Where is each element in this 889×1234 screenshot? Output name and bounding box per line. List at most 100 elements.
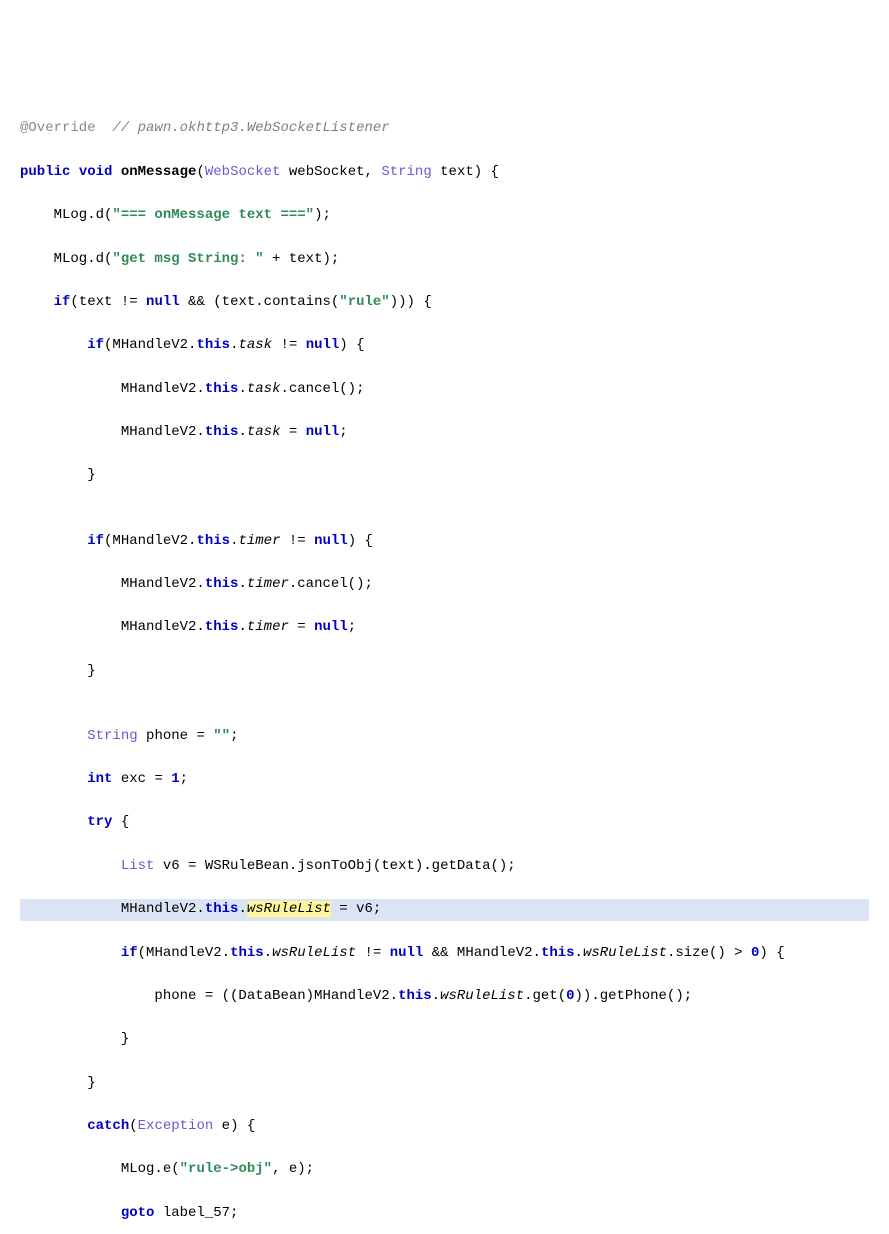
type: String: [381, 164, 431, 180]
text: ) {: [348, 533, 373, 549]
keyword: this: [205, 381, 239, 397]
text: MHandleV2.: [20, 381, 205, 397]
text: (MHandleV2.: [138, 945, 230, 961]
text: .: [264, 945, 272, 961]
text: !=: [272, 337, 306, 353]
text: (MHandleV2.: [104, 533, 196, 549]
text: =: [280, 424, 305, 440]
keyword: this: [205, 424, 239, 440]
code-line: }: [20, 1073, 869, 1095]
text: label_57;: [154, 1205, 238, 1221]
text: phone =: [138, 728, 214, 744]
keyword: this: [205, 576, 239, 592]
field: task: [247, 381, 281, 397]
text: MHandleV2.: [20, 576, 205, 592]
keyword: if: [87, 533, 104, 549]
keyword: null: [306, 424, 340, 440]
text: = v6;: [331, 901, 381, 917]
text: .cancel();: [280, 381, 364, 397]
code-line: int exc = 1;: [20, 769, 869, 791]
type: Exception: [138, 1118, 214, 1134]
text: ))) {: [390, 294, 432, 310]
text: , e);: [272, 1161, 314, 1177]
text: .: [238, 619, 246, 635]
code-line: MHandleV2.this.timer = null;: [20, 617, 869, 639]
keyword: this: [398, 988, 432, 1004]
code-line: }: [20, 1029, 869, 1051]
keyword: this: [205, 901, 239, 917]
keyword: int: [87, 771, 112, 787]
text: ) {: [759, 945, 784, 961]
comment: // pawn.okhttp3.WebSocketListener: [96, 120, 390, 136]
field: timer: [247, 619, 289, 635]
text: text) {: [432, 164, 499, 180]
text: (: [129, 1118, 137, 1134]
code-line: MLog.d("get msg String: " + text);: [20, 249, 869, 271]
code-line: List v6 = WSRuleBean.jsonToObj(text).get…: [20, 856, 869, 878]
keyword: if: [121, 945, 138, 961]
keyword: this: [205, 619, 239, 635]
code-line: if(MHandleV2.this.wsRuleList != null && …: [20, 943, 869, 965]
text: && (text.contains(: [180, 294, 340, 310]
number: 0: [751, 945, 759, 961]
code-line: if(MHandleV2.this.task != null) {: [20, 335, 869, 357]
code-line: MLog.e("rule->obj", e);: [20, 1159, 869, 1181]
text: MLog.e(: [20, 1161, 180, 1177]
text: (text !=: [70, 294, 146, 310]
string: "get msg String: ": [112, 251, 263, 267]
keyword: null: [314, 533, 348, 549]
code-block: @Override // pawn.okhttp3.WebSocketListe…: [20, 97, 869, 1234]
keyword: this: [230, 945, 264, 961]
code-line: @Override // pawn.okhttp3.WebSocketListe…: [20, 118, 869, 140]
keyword: null: [390, 945, 424, 961]
code-line: catch(Exception e) {: [20, 1116, 869, 1138]
field: task: [238, 337, 272, 353]
method-name: onMessage: [121, 164, 197, 180]
text: ;: [339, 424, 347, 440]
keyword: public: [20, 164, 70, 180]
string: "": [213, 728, 230, 744]
text: {: [112, 814, 129, 830]
code-line: phone = ((DataBean)MHandleV2.this.wsRule…: [20, 986, 869, 1008]
field-highlighted: wsRuleList: [247, 901, 331, 917]
text: ;: [230, 728, 238, 744]
text: );: [314, 207, 331, 223]
keyword: null: [306, 337, 340, 353]
text: .: [575, 945, 583, 961]
text: .get(: [524, 988, 566, 1004]
text: .: [238, 901, 246, 917]
code-line: if(text != null && (text.contains("rule"…: [20, 292, 869, 314]
field: timer: [238, 533, 280, 549]
keyword: null: [146, 294, 180, 310]
text: (MHandleV2.: [104, 337, 196, 353]
string: "=== onMessage text ===": [112, 207, 314, 223]
text: ;: [180, 771, 188, 787]
text: .: [238, 576, 246, 592]
text: && MHandleV2.: [423, 945, 541, 961]
annotation: @Override: [20, 120, 96, 136]
text: phone = ((DataBean)MHandleV2.: [20, 988, 398, 1004]
text: .size() >: [667, 945, 751, 961]
string: "rule->obj": [180, 1161, 272, 1177]
text: e) {: [213, 1118, 255, 1134]
text: MHandleV2.: [20, 424, 205, 440]
field: wsRuleList: [440, 988, 524, 1004]
text: =: [289, 619, 314, 635]
code-line: MHandleV2.this.task.cancel();: [20, 379, 869, 401]
keyword: if: [54, 294, 71, 310]
keyword: try: [87, 814, 112, 830]
keyword: goto: [121, 1205, 155, 1221]
code-line: MLog.d("=== onMessage text ===");: [20, 205, 869, 227]
text: webSocket,: [281, 164, 382, 180]
code-line: MHandleV2.this.task = null;: [20, 422, 869, 444]
code-line: goto label_57;: [20, 1203, 869, 1225]
code-line: if(MHandleV2.this.timer != null) {: [20, 531, 869, 553]
field: wsRuleList: [583, 945, 667, 961]
code-line: try {: [20, 812, 869, 834]
field: task: [247, 424, 281, 440]
keyword: if: [87, 337, 104, 353]
field: timer: [247, 576, 289, 592]
number: 0: [566, 988, 574, 1004]
text: .: [432, 988, 440, 1004]
highlighted-line: MHandleV2.this.wsRuleList = v6;: [20, 899, 869, 921]
